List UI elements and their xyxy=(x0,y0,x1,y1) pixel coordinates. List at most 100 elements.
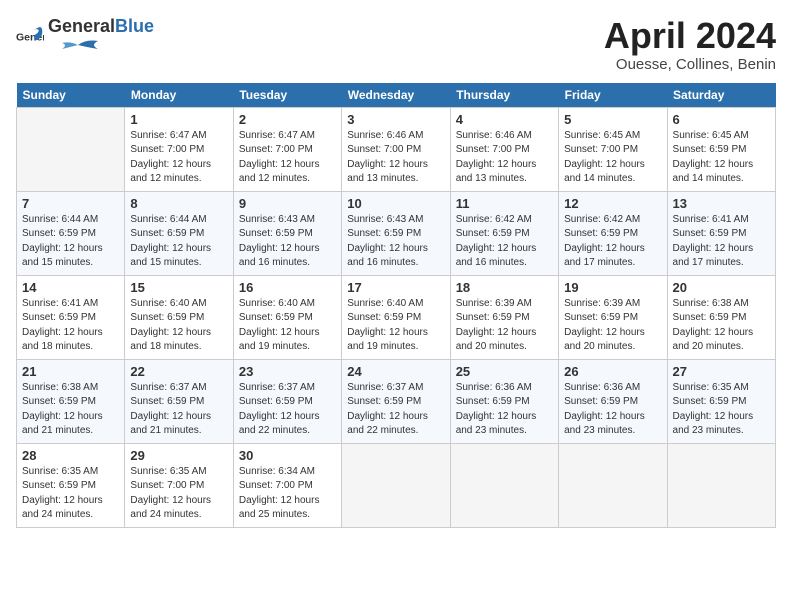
day-number: 24 xyxy=(347,364,444,379)
calendar-day-cell: 10 Sunrise: 6:43 AMSunset: 6:59 PMDayligh… xyxy=(342,191,450,275)
weekday-header-monday: Monday xyxy=(125,83,233,108)
calendar-day-cell: 9 Sunrise: 6:43 AMSunset: 6:59 PMDaylight… xyxy=(233,191,341,275)
day-number: 22 xyxy=(130,364,227,379)
calendar-day-cell: 11 Sunrise: 6:42 AMSunset: 6:59 PMDayligh… xyxy=(450,191,558,275)
day-info: Sunrise: 6:40 AMSunset: 6:59 PMDaylight:… xyxy=(239,297,336,355)
day-number: 11 xyxy=(456,196,553,211)
day-info: Sunrise: 6:45 AMSunset: 7:00 PMDaylight:… xyxy=(564,129,661,187)
day-number: 7 xyxy=(22,196,119,211)
calendar-day-cell xyxy=(450,443,558,527)
day-number: 6 xyxy=(673,112,770,127)
day-info: Sunrise: 6:36 AMSunset: 6:59 PMDaylight:… xyxy=(456,381,553,439)
calendar-day-cell: 20 Sunrise: 6:38 AMSunset: 6:59 PMDayligh… xyxy=(667,275,775,359)
calendar-day-cell: 26Sunrise: 6:36 AMSunset: 6:59 PMDayligh… xyxy=(559,359,667,443)
day-number: 25 xyxy=(456,364,553,379)
calendar-day-cell: 13 Sunrise: 6:41 AMSunset: 6:59 PMDayligh… xyxy=(667,191,775,275)
calendar-day-cell: 6Sunrise: 6:45 AMSunset: 6:59 PMDaylight… xyxy=(667,107,775,191)
day-info: Sunrise: 6:43 AMSunset: 6:59 PMDaylight:… xyxy=(347,213,444,271)
day-number: 28 xyxy=(22,448,119,463)
day-info: Sunrise: 6:35 AMSunset: 7:00 PMDaylight:… xyxy=(130,465,227,523)
calendar-week-row: 7 Sunrise: 6:44 AMSunset: 6:59 PMDaylight… xyxy=(17,191,776,275)
day-number: 29 xyxy=(130,448,227,463)
day-number: 23 xyxy=(239,364,336,379)
day-info: Sunrise: 6:35 AMSunset: 6:59 PMDaylight:… xyxy=(673,381,770,439)
calendar-day-cell: 14 Sunrise: 6:41 AMSunset: 6:59 PMDayligh… xyxy=(17,275,125,359)
day-info: Sunrise: 6:38 AMSunset: 6:59 PMDaylight:… xyxy=(673,297,770,355)
calendar-day-cell: 18Sunrise: 6:39 AMSunset: 6:59 PMDayligh… xyxy=(450,275,558,359)
day-number: 13 xyxy=(673,196,770,211)
calendar-day-cell: 7 Sunrise: 6:44 AMSunset: 6:59 PMDaylight… xyxy=(17,191,125,275)
day-info: Sunrise: 6:47 AMSunset: 7:00 PMDaylight:… xyxy=(130,129,227,187)
weekday-header-sunday: Sunday xyxy=(17,83,125,108)
calendar-day-cell: 27 Sunrise: 6:35 AMSunset: 6:59 PMDayligh… xyxy=(667,359,775,443)
logo-text-blue: Blue xyxy=(115,16,154,37)
calendar-day-cell: 17Sunrise: 6:40 AMSunset: 6:59 PMDayligh… xyxy=(342,275,450,359)
day-number: 12 xyxy=(564,196,661,211)
day-number: 27 xyxy=(673,364,770,379)
page-header: General GeneralBlue April 2024 Ouesse, C… xyxy=(16,16,776,73)
calendar-subtitle: Ouesse, Collines, Benin xyxy=(604,56,776,73)
calendar-day-cell: 30 Sunrise: 6:34 AMSunset: 7:00 PMDayligh… xyxy=(233,443,341,527)
day-number: 1 xyxy=(130,112,227,127)
day-number: 10 xyxy=(347,196,444,211)
day-info: Sunrise: 6:47 AMSunset: 7:00 PMDaylight:… xyxy=(239,129,336,187)
day-number: 9 xyxy=(239,196,336,211)
day-info: Sunrise: 6:40 AMSunset: 6:59 PMDaylight:… xyxy=(130,297,227,355)
calendar-week-row: 21 Sunrise: 6:38 AMSunset: 6:59 PMDayligh… xyxy=(17,359,776,443)
calendar-day-cell: 15 Sunrise: 6:40 AMSunset: 6:59 PMDayligh… xyxy=(125,275,233,359)
weekday-header-wednesday: Wednesday xyxy=(342,83,450,108)
logo: General GeneralBlue xyxy=(16,16,154,58)
day-number: 16 xyxy=(239,280,336,295)
day-info: Sunrise: 6:41 AMSunset: 6:59 PMDaylight:… xyxy=(22,297,119,355)
calendar-day-cell: 4Sunrise: 6:46 AMSunset: 7:00 PMDaylight… xyxy=(450,107,558,191)
day-number: 15 xyxy=(130,280,227,295)
day-info: Sunrise: 6:44 AMSunset: 6:59 PMDaylight:… xyxy=(130,213,227,271)
day-number: 20 xyxy=(673,280,770,295)
day-info: Sunrise: 6:41 AMSunset: 6:59 PMDaylight:… xyxy=(673,213,770,271)
calendar-day-cell: 19 Sunrise: 6:39 AMSunset: 6:59 PMDayligh… xyxy=(559,275,667,359)
day-number: 19 xyxy=(564,280,661,295)
day-number: 30 xyxy=(239,448,336,463)
calendar-day-cell: 28 Sunrise: 6:35 AMSunset: 6:59 PMDayligh… xyxy=(17,443,125,527)
day-info: Sunrise: 6:37 AMSunset: 6:59 PMDaylight:… xyxy=(239,381,336,439)
day-info: Sunrise: 6:37 AMSunset: 6:59 PMDaylight:… xyxy=(347,381,444,439)
day-info: Sunrise: 6:39 AMSunset: 6:59 PMDaylight:… xyxy=(564,297,661,355)
calendar-day-cell: 12Sunrise: 6:42 AMSunset: 6:59 PMDayligh… xyxy=(559,191,667,275)
day-number: 21 xyxy=(22,364,119,379)
day-info: Sunrise: 6:43 AMSunset: 6:59 PMDaylight:… xyxy=(239,213,336,271)
calendar-day-cell: 29 Sunrise: 6:35 AMSunset: 7:00 PMDayligh… xyxy=(125,443,233,527)
day-number: 14 xyxy=(22,280,119,295)
calendar-day-cell: 21 Sunrise: 6:38 AMSunset: 6:59 PMDayligh… xyxy=(17,359,125,443)
calendar-day-cell xyxy=(17,107,125,191)
day-info: Sunrise: 6:39 AMSunset: 6:59 PMDaylight:… xyxy=(456,297,553,355)
calendar-day-cell xyxy=(342,443,450,527)
calendar-week-row: 28 Sunrise: 6:35 AMSunset: 6:59 PMDayligh… xyxy=(17,443,776,527)
day-number: 17 xyxy=(347,280,444,295)
calendar-day-cell: 2 Sunrise: 6:47 AMSunset: 7:00 PMDaylight… xyxy=(233,107,341,191)
title-block: April 2024 Ouesse, Collines, Benin xyxy=(604,16,776,73)
day-number: 5 xyxy=(564,112,661,127)
weekday-header-friday: Friday xyxy=(559,83,667,108)
calendar-day-cell xyxy=(667,443,775,527)
weekday-header-thursday: Thursday xyxy=(450,83,558,108)
calendar-day-cell xyxy=(559,443,667,527)
logo-bird-icon xyxy=(48,37,108,53)
calendar-week-row: 1 Sunrise: 6:47 AMSunset: 7:00 PMDaylight… xyxy=(17,107,776,191)
calendar-day-cell: 22 Sunrise: 6:37 AMSunset: 6:59 PMDayligh… xyxy=(125,359,233,443)
day-number: 3 xyxy=(347,112,444,127)
calendar-title: April 2024 xyxy=(604,16,776,56)
day-info: Sunrise: 6:35 AMSunset: 6:59 PMDaylight:… xyxy=(22,465,119,523)
calendar-day-cell: 3Sunrise: 6:46 AMSunset: 7:00 PMDaylight… xyxy=(342,107,450,191)
day-info: Sunrise: 6:34 AMSunset: 7:00 PMDaylight:… xyxy=(239,465,336,523)
day-info: Sunrise: 6:42 AMSunset: 6:59 PMDaylight:… xyxy=(456,213,553,271)
calendar-table: SundayMondayTuesdayWednesdayThursdayFrid… xyxy=(16,83,776,528)
day-info: Sunrise: 6:46 AMSunset: 7:00 PMDaylight:… xyxy=(456,129,553,187)
calendar-day-cell: 5 Sunrise: 6:45 AMSunset: 7:00 PMDaylight… xyxy=(559,107,667,191)
day-info: Sunrise: 6:38 AMSunset: 6:59 PMDaylight:… xyxy=(22,381,119,439)
day-number: 2 xyxy=(239,112,336,127)
day-info: Sunrise: 6:44 AMSunset: 6:59 PMDaylight:… xyxy=(22,213,119,271)
calendar-week-row: 14 Sunrise: 6:41 AMSunset: 6:59 PMDayligh… xyxy=(17,275,776,359)
logo-icon: General xyxy=(16,23,44,51)
calendar-day-cell: 25 Sunrise: 6:36 AMSunset: 6:59 PMDayligh… xyxy=(450,359,558,443)
day-info: Sunrise: 6:37 AMSunset: 6:59 PMDaylight:… xyxy=(130,381,227,439)
